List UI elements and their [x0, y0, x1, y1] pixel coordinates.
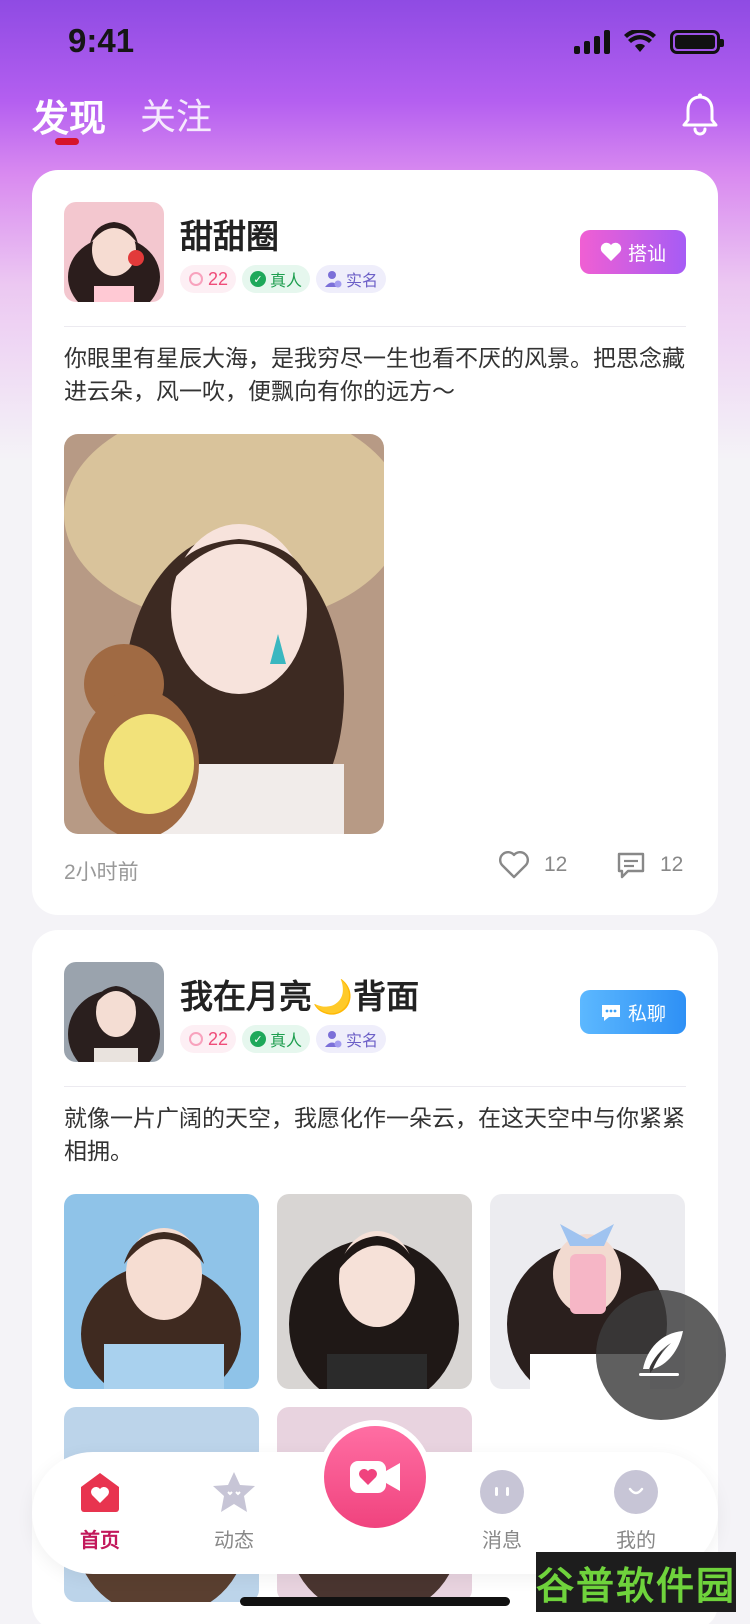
video-heart-icon — [350, 1461, 400, 1493]
real-person-badge: ✓ 真人 — [242, 1025, 311, 1053]
flirt-button-label: 搭讪 — [627, 243, 666, 265]
post-time: 2小时前 — [64, 861, 139, 884]
real-person-label: 真人 — [270, 1033, 303, 1050]
fans-icon — [189, 1032, 203, 1046]
nav-moments[interactable]: 动态 — [184, 1470, 284, 1553]
fans-count: 22 — [208, 1028, 229, 1049]
feather-pen-icon — [639, 1331, 683, 1376]
feed-tabs: 发现 关注 — [32, 88, 212, 142]
like-button[interactable]: 12 — [498, 850, 567, 880]
nav-moments-label: 动态 — [214, 1530, 254, 1552]
author-badges: 22 ✓ 真人 实名 — [180, 1025, 387, 1053]
smile-face-icon — [614, 1470, 658, 1514]
bell-icon[interactable] — [680, 92, 720, 136]
home-indicator — [240, 1597, 510, 1606]
status-icons — [574, 30, 724, 54]
comment-button[interactable]: 12 — [616, 850, 683, 880]
tab-following[interactable]: 关注 — [140, 88, 212, 142]
nav-home[interactable]: 首页 — [50, 1470, 150, 1553]
like-count: 12 — [544, 853, 568, 876]
home-icon — [81, 1473, 119, 1512]
real-name-label: 实名 — [346, 273, 379, 290]
heart-outline-icon — [499, 851, 529, 879]
post-card[interactable]: 甜甜圈 22 ✓ 真人 实名 搭讪 你眼里有星辰大海，是我穷尽一生也看不厌的风景… — [32, 170, 718, 915]
post-text: 你眼里有星辰大海，是我穷尽一生也看不厌的风景。把思念藏进云朵，风一吹，便飘向有你… — [64, 345, 685, 404]
verified-check-icon: ✓ — [250, 1031, 267, 1047]
comment-count: 12 — [660, 853, 684, 876]
verified-check-icon: ✓ — [250, 271, 267, 287]
create-post-button[interactable] — [596, 1290, 726, 1420]
fans-badge: 22 — [180, 265, 237, 293]
post-author-name[interactable]: 甜甜圈 — [180, 210, 279, 258]
real-name-badge: 实名 — [316, 1025, 387, 1053]
real-name-label: 实名 — [346, 1033, 379, 1050]
real-person-badge: ✓ 真人 — [242, 265, 311, 293]
star-face-icon — [213, 1472, 255, 1512]
comment-icon — [617, 852, 645, 879]
private-chat-label: 私聊 — [627, 1003, 666, 1025]
divider — [64, 326, 686, 327]
fans-count: 22 — [208, 268, 229, 289]
post-text: 就像一片广阔的天空，我愿化作一朵云，在这天空中与你紧紧相拥。 — [64, 1105, 685, 1164]
fans-badge: 22 — [180, 1025, 237, 1053]
author-badges: 22 ✓ 真人 实名 — [180, 265, 387, 293]
cellular-signal-icon — [574, 30, 610, 54]
video-call-button[interactable] — [324, 1426, 426, 1528]
chat-bubble-icon — [601, 1005, 620, 1021]
real-name-badge: 实名 — [316, 265, 387, 293]
user-verified-icon — [325, 271, 342, 288]
status-bar: 9:41 — [0, 0, 750, 88]
nav-profile[interactable]: 我的 — [586, 1470, 686, 1553]
user-verified-icon — [325, 1031, 342, 1048]
flirt-button[interactable]: 搭讪 — [580, 230, 686, 274]
nav-profile-label: 我的 — [616, 1530, 656, 1552]
private-chat-button[interactable]: 私聊 — [580, 990, 686, 1034]
divider — [64, 1086, 686, 1087]
tab-discover[interactable]: 发现 — [32, 88, 106, 142]
fans-icon — [189, 272, 203, 286]
post-author-name[interactable]: 我在月亮🌙背面 — [180, 970, 419, 1018]
battery-icon — [670, 30, 724, 54]
status-time: 9:41 — [68, 22, 135, 59]
wifi-icon — [624, 30, 656, 52]
watermark-logo: 谷普软件园 — [536, 1552, 736, 1612]
nav-messages[interactable]: 消息 — [452, 1470, 552, 1553]
post-photo[interactable] — [64, 1194, 259, 1389]
chat-face-icon — [480, 1470, 524, 1514]
avatar[interactable] — [64, 962, 164, 1062]
heart-icon — [600, 242, 622, 261]
nav-home-label: 首页 — [80, 1530, 120, 1552]
post-photo[interactable] — [277, 1194, 472, 1389]
real-person-label: 真人 — [270, 273, 303, 290]
active-tab-indicator — [55, 138, 79, 145]
avatar[interactable] — [64, 202, 164, 302]
nav-messages-label: 消息 — [482, 1530, 522, 1552]
post-photo[interactable] — [64, 434, 384, 834]
